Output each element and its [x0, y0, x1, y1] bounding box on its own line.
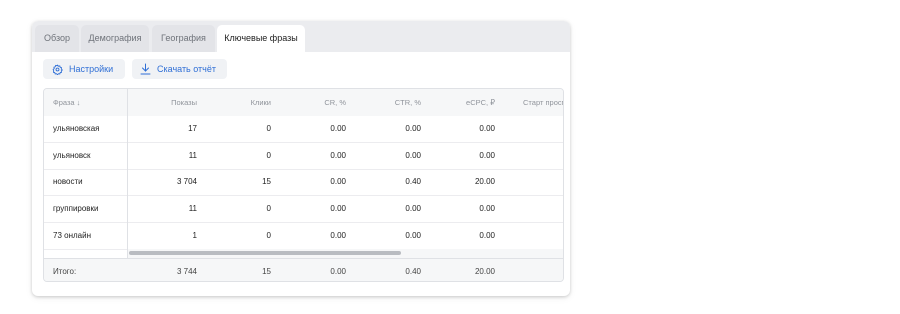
settings-button-label: Настройки	[69, 64, 114, 74]
column-header-impressions[interactable]: Показы	[128, 89, 197, 116]
gear-icon	[52, 63, 63, 75]
total-clicks: 15	[262, 267, 271, 276]
cell-clicks: 0	[266, 204, 271, 213]
column-header-ecpc[interactable]: eCPC, ₽	[423, 89, 495, 116]
cell-ctr: 0.00	[405, 204, 421, 213]
tab-bar: Обзор Демография География Ключевые фраз…	[32, 21, 570, 52]
cell-ctr: 0.00	[405, 151, 421, 160]
cell-clicks: 0	[266, 151, 271, 160]
tab-demography[interactable]: Демография	[81, 25, 149, 52]
total-ecpc: 20.00	[474, 267, 495, 276]
column-header-ctr[interactable]: CTR, %	[348, 89, 421, 116]
cell-cr: 0.00	[330, 231, 346, 240]
cell-ecpc: 20.00	[474, 177, 495, 186]
cell-impressions: 17	[188, 124, 197, 133]
horizontal-scrollbar[interactable]	[128, 249, 563, 258]
column-header-clicks[interactable]: Клики	[199, 89, 271, 116]
cell-cr: 0.00	[330, 124, 346, 133]
cell-ecpc: 0.00	[479, 231, 495, 240]
keywords-table: Фраза ↓ Показы Клики CR, % CTR, % eCPC, …	[43, 88, 564, 282]
cell-impressions: 1	[192, 231, 197, 240]
cell-cr: 0.00	[330, 177, 346, 186]
cell-ecpc: 0.00	[479, 124, 495, 133]
cell-impressions: 11	[188, 204, 197, 213]
download-report-label: Скачать отчёт	[157, 64, 216, 74]
total-impressions: 3 744	[176, 267, 197, 276]
cell-clicks: 15	[262, 177, 271, 186]
cell-ctr: 0.00	[405, 124, 421, 133]
table-footer-totals: Итого: 3 744 15 0.00 0.40 20.00	[44, 258, 563, 281]
tab-geography[interactable]: География	[152, 25, 215, 52]
cell-ecpc: 0.00	[479, 204, 495, 213]
cell-impressions: 3 704	[176, 177, 197, 186]
total-label: Итого:	[53, 267, 77, 276]
cell-cr: 0.00	[330, 204, 346, 213]
cell-clicks: 0	[266, 124, 271, 133]
total-cr: 0.00	[330, 267, 346, 276]
cell-impressions: 11	[188, 151, 197, 160]
fixed-column-divider	[44, 89, 128, 281]
cell-cr: 0.00	[330, 151, 346, 160]
column-header-cr[interactable]: CR, %	[274, 89, 346, 116]
column-header-view-start[interactable]: Старт просм	[523, 89, 563, 116]
cell-clicks: 0	[266, 231, 271, 240]
settings-button[interactable]: Настройки	[43, 59, 125, 79]
download-report-button[interactable]: Скачать отчёт	[132, 59, 227, 79]
cell-ctr: 0.40	[405, 177, 421, 186]
cell-ctr: 0.00	[405, 231, 421, 240]
tab-overview[interactable]: Обзор	[35, 25, 79, 52]
cell-ecpc: 0.00	[479, 151, 495, 160]
total-ctr: 0.40	[405, 267, 421, 276]
scrollbar-thumb[interactable]	[129, 251, 401, 255]
download-icon	[140, 63, 151, 75]
report-card: Обзор Демография География Ключевые фраз…	[32, 21, 570, 296]
tab-keywords[interactable]: Ключевые фразы	[217, 25, 305, 52]
